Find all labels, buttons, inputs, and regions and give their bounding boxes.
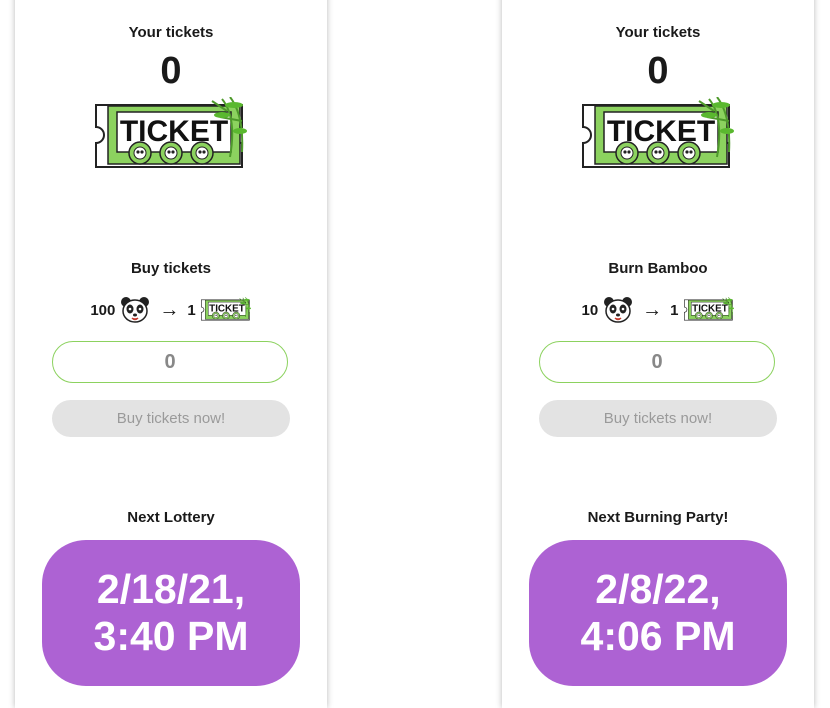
your-tickets-label: Your tickets xyxy=(615,24,701,41)
lottery-card: Your tickets 0 TICKET Buy tickets 100 → … xyxy=(15,0,327,708)
next-date: 2/18/21, xyxy=(96,566,246,612)
buy-tickets-button[interactable]: Buy tickets now! xyxy=(539,400,777,437)
exchange-rate: 100 → 1 TICKET xyxy=(15,296,327,324)
next-burn-countdown: 2/8/22, 4:06 PM xyxy=(529,540,787,686)
rate-result: 1 xyxy=(670,301,679,319)
next-time: 4:06 PM xyxy=(580,613,736,659)
rate-amount: 100 xyxy=(90,301,116,319)
buy-tickets-title: Buy tickets xyxy=(130,260,212,277)
tickets-count: 0 xyxy=(160,50,182,92)
ticket-quantity-input[interactable] xyxy=(52,341,288,383)
ticket-image-text: TICKET xyxy=(607,115,715,148)
rate-amount: 10 xyxy=(581,301,599,319)
svg-text:TICKET: TICKET xyxy=(692,304,728,315)
ticket-icon: TICKET xyxy=(92,97,250,175)
bamboo-quantity-input[interactable] xyxy=(539,341,775,383)
arrow-right-icon: → xyxy=(642,298,663,321)
exchange-rate: 10 → 1 TICKET xyxy=(502,296,814,324)
burn-bamboo-title: Burn Bamboo xyxy=(608,260,708,277)
next-date: 2/8/22, xyxy=(595,566,721,612)
ticket-icon: TICKET xyxy=(200,297,252,323)
ticket-icon: TICKET xyxy=(683,297,735,323)
next-time: 3:40 PM xyxy=(93,613,249,659)
your-tickets-label: Your tickets xyxy=(128,24,214,41)
rate-result: 1 xyxy=(187,301,196,319)
burn-card: Your tickets 0 TICKET Burn Bamboo 10 → 1… xyxy=(502,0,814,708)
next-lottery-countdown: 2/18/21, 3:40 PM xyxy=(42,540,300,686)
next-burning-party-label: Next Burning Party! xyxy=(587,509,729,526)
tickets-count: 0 xyxy=(647,50,669,92)
arrow-right-icon: → xyxy=(159,298,180,321)
ticket-icon: TICKET xyxy=(579,97,737,175)
next-lottery-label: Next Lottery xyxy=(127,509,215,526)
ticket-image-text: TICKET xyxy=(120,115,228,148)
svg-text:TICKET: TICKET xyxy=(209,304,245,315)
panda-icon xyxy=(119,296,151,324)
panda-icon xyxy=(602,296,634,324)
buy-tickets-button[interactable]: Buy tickets now! xyxy=(52,400,290,437)
